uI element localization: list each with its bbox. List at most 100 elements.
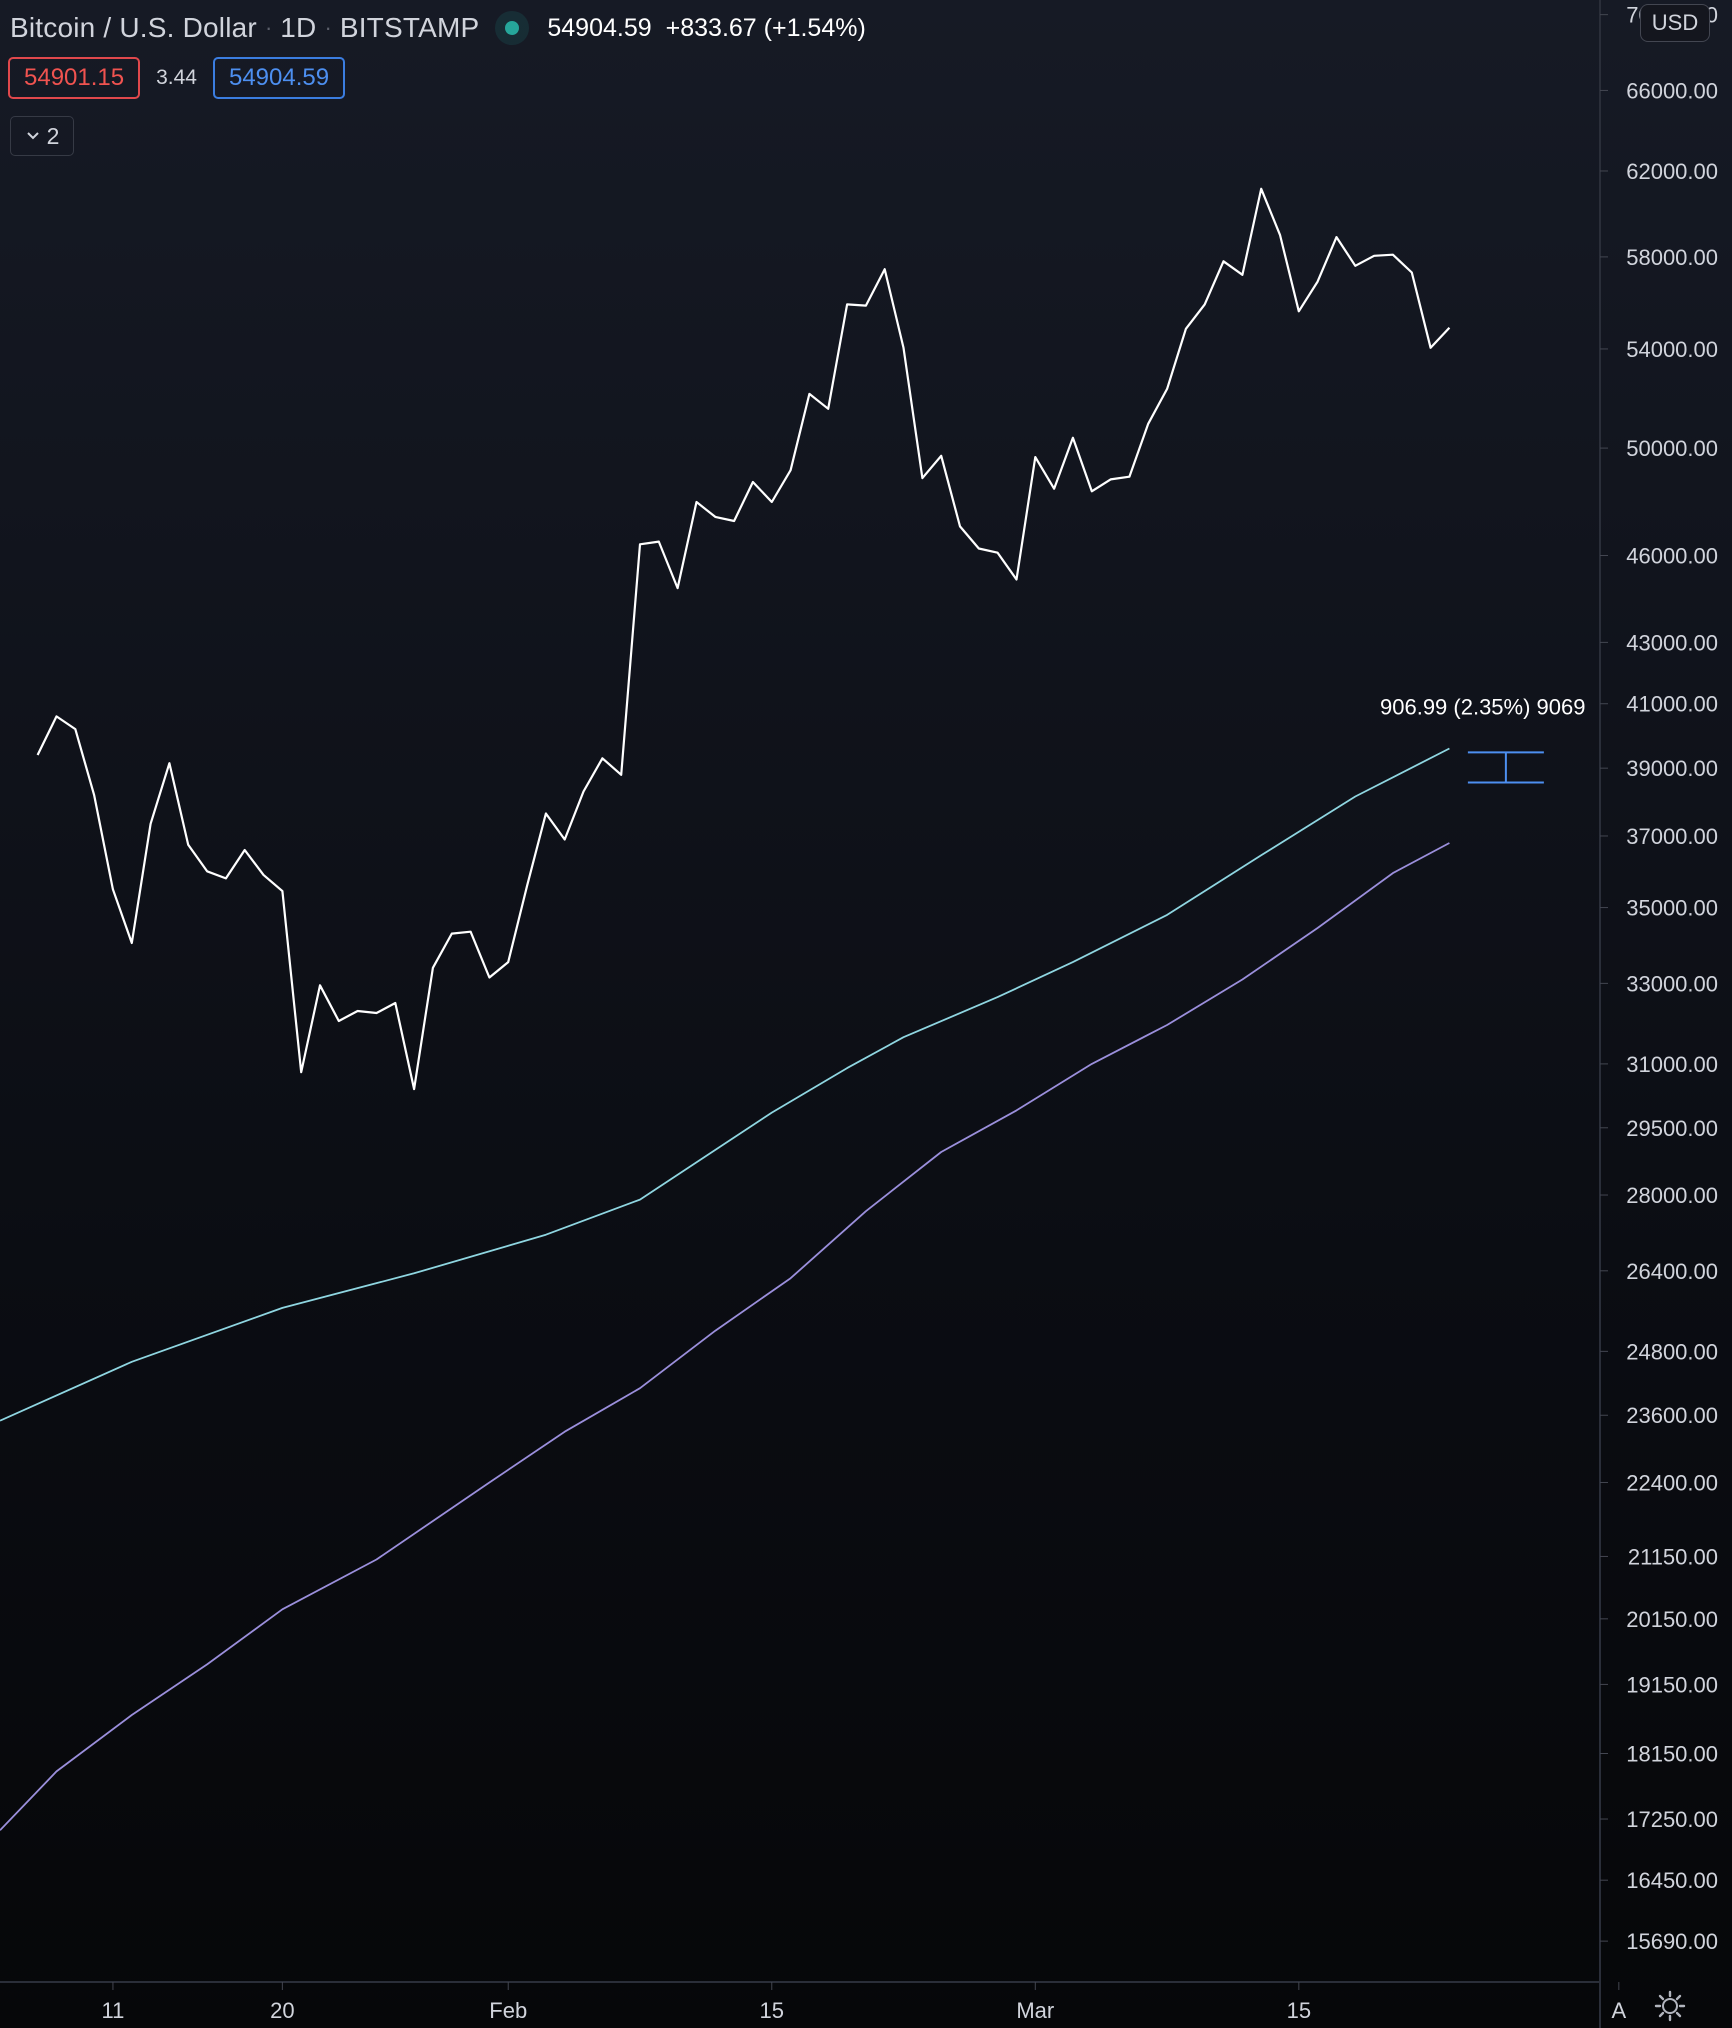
data-point-price	[451, 933, 453, 935]
data-point-price	[225, 878, 227, 880]
data-point-price	[319, 985, 321, 987]
data-point-price	[1147, 423, 1149, 425]
data-point-price	[677, 587, 679, 589]
data-point-price	[1110, 479, 1112, 481]
data-point-price	[244, 849, 246, 851]
y-tick-label: 41000.00	[1626, 692, 1718, 717]
data-point-price	[790, 469, 792, 471]
data-point-ma_fast	[997, 996, 999, 998]
data-point-price	[564, 839, 566, 841]
price-change: +833.67 (+1.54%)	[665, 13, 866, 42]
y-tick-label: 29500.00	[1626, 1116, 1718, 1141]
data-point-price	[206, 870, 208, 872]
price-chart[interactable]: 906.99 (2.35%) 9069 70000.0066000.006200…	[0, 0, 1732, 2028]
buy-price-button[interactable]: 54904.59	[212, 57, 346, 99]
data-point-price	[733, 520, 735, 522]
settings-button[interactable]	[1650, 1986, 1690, 2026]
data-point-price	[1223, 261, 1225, 263]
x-tick-label: 11	[102, 1998, 125, 2023]
data-point-price	[1091, 491, 1093, 493]
y-tick-label: 20150.00	[1626, 1607, 1718, 1632]
data-point-ma_slow	[1166, 1024, 1168, 1026]
data-point-price	[1279, 234, 1281, 236]
data-point-price	[922, 477, 924, 479]
data-point-price	[940, 455, 942, 457]
y-tick-label: 16450.00	[1626, 1868, 1718, 1893]
data-point-price	[1016, 579, 1018, 581]
x-tick-label: Mar	[1016, 1998, 1054, 2023]
data-point-price	[997, 552, 999, 554]
data-point-price	[1072, 437, 1074, 439]
data-point-price	[1185, 328, 1187, 330]
market-status-dot[interactable]	[505, 21, 520, 35]
data-point-price	[771, 501, 773, 503]
last-price: 54904.59	[547, 13, 652, 42]
data-point-ma_slow	[714, 1330, 716, 1332]
y-tick-label: 66000.00	[1626, 78, 1718, 103]
data-point-price	[602, 757, 604, 759]
data-point-price	[1354, 265, 1356, 267]
data-point-ma_slow	[1392, 872, 1394, 874]
data-point-price	[959, 526, 961, 528]
x-tick-label: A	[1611, 1998, 1626, 2023]
data-point-price	[112, 888, 114, 890]
data-point-price	[93, 794, 95, 796]
data-point-price	[300, 1071, 302, 1073]
y-tick-label: 33000.00	[1626, 971, 1718, 996]
y-tick-label: 43000.00	[1626, 630, 1718, 655]
data-point-price	[714, 516, 716, 518]
data-point-price	[846, 304, 848, 306]
data-point-price	[432, 967, 434, 969]
data-point-price	[1449, 327, 1451, 329]
data-point-price	[903, 347, 905, 349]
interval-label[interactable]: 1D	[280, 12, 316, 44]
y-tick-label: 17250.00	[1626, 1807, 1718, 1832]
data-point-price	[394, 1002, 396, 1004]
series-line-ma_fast	[0, 747, 1450, 1422]
gear-icon	[1654, 1990, 1686, 2022]
data-point-price	[752, 481, 754, 483]
data-point-price	[978, 548, 980, 550]
data-point-price	[620, 774, 622, 776]
data-point-ma_slow	[282, 1608, 284, 1610]
y-tick-label: 37000.00	[1626, 824, 1718, 849]
y-tick-label: 18150.00	[1626, 1742, 1718, 1767]
y-tick-label: 21150.00	[1628, 1544, 1718, 1569]
data-point-price	[658, 541, 660, 543]
data-point-ma_fast	[1260, 854, 1262, 856]
y-tick-label: 54000.00	[1626, 337, 1718, 362]
data-point-price	[1373, 255, 1375, 257]
sell-price-button[interactable]: 54901.15	[8, 57, 141, 99]
data-point-price	[1411, 272, 1413, 274]
y-tick-label: 15690.00	[1626, 1929, 1718, 1954]
data-point-price	[169, 762, 171, 764]
data-point-price	[1242, 274, 1244, 276]
indicators-toggle-button[interactable]: 2	[10, 116, 74, 156]
measure-label: 906.99 (2.35%) 9069	[1380, 694, 1586, 719]
header-separator: ·	[264, 15, 273, 40]
data-point-price	[263, 874, 265, 876]
trading-price-bar: 54901.15 3.44 54904.59	[8, 57, 346, 99]
data-point-price	[583, 791, 585, 793]
data-point-ma_slow	[865, 1210, 867, 1212]
data-point-price	[1430, 347, 1432, 349]
data-point-ma_fast	[1166, 914, 1168, 916]
data-point-ma_slow	[790, 1277, 792, 1279]
y-tick-label: 31000.00	[1626, 1052, 1718, 1077]
data-point-ma_fast	[639, 1199, 641, 1201]
chevron-down-icon	[26, 132, 39, 140]
y-tick-label: 58000.00	[1626, 245, 1718, 270]
data-point-ma_slow	[1449, 842, 1451, 844]
data-point-price	[150, 823, 152, 825]
chart-header: Bitcoin / U.S. Dollar · 1D · BITSTAMP 54…	[10, 8, 866, 48]
symbol-title[interactable]: Bitcoin / U.S. Dollar	[10, 12, 257, 44]
y-tick-label: 62000.00	[1626, 159, 1718, 184]
spread-value: 3.44	[156, 66, 197, 89]
data-point-price	[74, 728, 76, 730]
data-point-price	[545, 813, 547, 815]
exchange-label: BITSTAMP	[339, 12, 480, 43]
y-tick-label: 23600.00	[1626, 1403, 1718, 1428]
currency-button[interactable]: USD	[1640, 4, 1710, 42]
data-point-price	[865, 305, 867, 307]
data-point-price	[357, 1010, 359, 1012]
